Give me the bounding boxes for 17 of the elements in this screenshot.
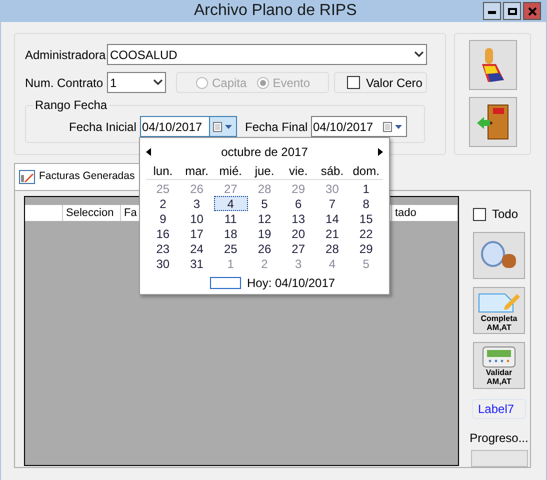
weekday-header: jue. [254, 163, 276, 180]
column-header: tado [392, 205, 458, 221]
fecha-final-label: Fecha Final [245, 118, 309, 136]
column-header: Seleccion [63, 205, 121, 221]
window-title: Archivo Plano de RIPS [194, 1, 357, 21]
progress-label: Progreso... [470, 430, 528, 447]
weekday-header: vie. [288, 163, 309, 180]
weekday-header: sáb. [320, 163, 345, 180]
month-title: octubre de 2017 [220, 144, 309, 161]
weekday-header: dom. [352, 163, 380, 180]
weekday-header: mié. [218, 163, 243, 180]
date-range-legend: Rango Fecha [33, 96, 110, 114]
contrato-label: Num. Contrato [25, 74, 104, 92]
fecha-inicial-label: Fecha Inicial [69, 118, 138, 136]
weekday-header: mar. [184, 163, 210, 180]
administradora-label: Administradora [25, 46, 107, 64]
status-label: Label7 [472, 399, 526, 419]
